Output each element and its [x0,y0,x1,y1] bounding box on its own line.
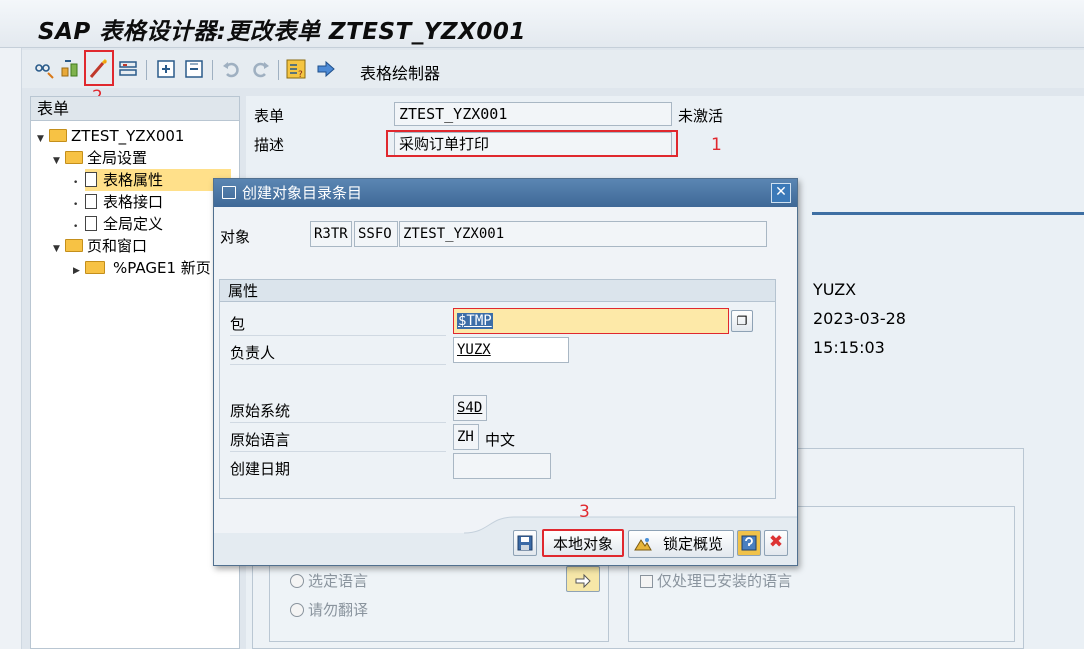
lock-overview-button[interactable]: 锁定概览 [628,530,734,558]
language-select-button[interactable] [566,566,600,592]
package-label: 包 [230,315,246,333]
last-changed-user: YUZX [813,280,857,299]
toolbar-separator [146,60,147,80]
form-interface-icon[interactable] [116,57,140,81]
description-label: 描述 [254,136,285,154]
folder-open-icon [65,151,83,164]
dialog-title-bar[interactable]: 创建对象目录条目 [214,179,797,207]
form-painter-label[interactable]: 表格绘制器 [360,60,440,84]
toolbar-separator [278,60,279,80]
object-label: 对象 [220,228,251,246]
row-divider [230,335,446,336]
annotation-box-2 [84,50,114,86]
form-label: 表单 [254,107,285,125]
field-list-icon[interactable]: ? [284,57,308,81]
object-pgmid-field: R3TR [310,221,352,247]
tree-node-global-definitions[interactable]: • 全局定义 [73,213,163,235]
save-button[interactable] [513,530,537,556]
created-on-label: 创建日期 [230,460,291,478]
radio-icon[interactable] [290,603,304,617]
radio-no-translate[interactable]: 请勿翻译 [290,599,368,620]
toolbar-separator [212,60,213,80]
save-icon [517,535,533,550]
search-help-button[interactable]: ❐ [731,310,753,332]
attributes-header: 属性 [220,280,775,302]
row-divider [230,451,446,452]
title-bar: SAP 表格设计器:更改表单 ZTEST_YZX001 [0,0,1084,48]
activate-icon[interactable] [58,57,82,81]
object-name-field: ZTEST_YZX001 [399,221,767,247]
tree-panel: 表单 ▼ ZTEST_YZX001 ▼ 全局设置 • 表格属性 • 表格接口 • 全局定义… [30,96,240,649]
attributes-group: 属性 包 $TMP ❐ 负责人 YUZX 原始系统 S4D 原始语言 ZH 中文… [219,279,776,499]
package-field[interactable]: $TMP [453,308,729,334]
form-name-field: ZTEST_YZX001 [394,102,672,126]
original-system-label: 原始系统 [230,402,291,420]
expanded-triangle-icon[interactable]: ▼ [53,150,65,172]
original-language-name: 中文 [485,431,516,449]
redo-icon[interactable] [248,57,272,81]
undo-icon[interactable] [220,57,244,81]
tree-node-root[interactable]: ▼ ZTEST_YZX001 [37,125,184,147]
last-changed-date: 2023-03-28 [813,309,906,328]
folder-open-icon [65,239,83,252]
tree-header: 表单 [31,97,239,121]
form-painter-icon[interactable] [314,57,338,81]
dialog-title: 创建对象目录条目 [242,184,363,202]
radio-selected-language[interactable]: 选定语言 [290,570,368,591]
cancel-x-icon: ✖ [768,532,784,552]
object-type-field: SSFO [354,221,398,247]
help-button[interactable] [737,530,761,556]
annotation-box-1 [386,130,678,157]
application-toolbar: ? 表格绘制器 2 [22,50,1084,107]
form-status: 未激活 [678,107,724,125]
owner-field[interactable]: YUZX [453,337,569,363]
collapse-icon[interactable] [182,57,206,81]
original-system-field: S4D [453,395,487,421]
folder-icon [85,261,105,274]
radio-icon[interactable] [290,574,304,588]
close-icon[interactable]: ✕ [771,183,791,203]
folder-open-icon [49,129,67,142]
dialog-window-icon [222,186,236,199]
document-icon [85,216,97,231]
expanded-triangle-icon[interactable]: ▼ [37,128,49,150]
arrow-right-icon [575,573,591,588]
owner-label: 负责人 [230,344,276,362]
cancel-button[interactable]: ✖ [764,530,788,556]
copy-icon: ❐ [736,314,748,328]
original-language-label: 原始语言 [230,431,291,449]
window-title: SAP 表格设计器:更改表单 ZTEST_YZX001 [38,19,526,45]
help-icon [741,535,757,550]
lock-overview-icon [634,538,652,551]
checkbox-icon[interactable] [640,575,653,588]
last-changed-time: 15:15:03 [813,338,885,357]
expand-icon[interactable] [154,57,178,81]
row-divider [230,364,446,365]
local-object-button[interactable]: 本地对象 [542,529,624,557]
collapsed-triangle-icon[interactable]: ▶ [73,260,85,282]
created-on-field [453,453,551,479]
display-change-icon[interactable] [32,57,56,81]
annotation-number-3: 3 [579,502,590,522]
document-icon [85,172,97,187]
annotation-number-1: 1 [711,135,722,155]
document-icon [85,194,97,209]
row-divider [230,422,446,423]
tree-node-global-settings[interactable]: ▼ 全局设置 [53,147,147,169]
tree-node-pages-windows[interactable]: ▼ 页和窗口 [53,235,147,257]
original-language-code: ZH [453,424,479,450]
expanded-triangle-icon[interactable]: ▼ [53,238,65,260]
tree-node-form-attributes[interactable]: • 表格属性 [73,169,232,191]
checkbox-installed-only[interactable]: 仅处理已安装的语言 [640,570,792,591]
left-edge-strip [0,0,22,649]
svg-text:?: ? [298,70,303,80]
create-object-directory-dialog: 创建对象目录条目 ✕ 对象 R3TR SSFO ZTEST_YZX001 属性 … [213,178,798,566]
tree-node-page1[interactable]: ▶ %PAGE1 新页 [73,257,211,279]
tab-underline [812,212,1084,215]
tree-node-form-interface[interactable]: • 表格接口 [73,191,163,213]
